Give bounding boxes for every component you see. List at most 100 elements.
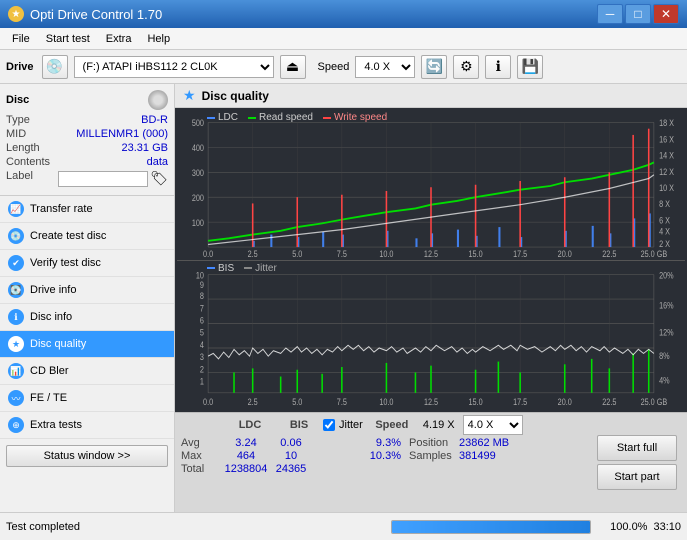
svg-text:8%: 8% — [659, 349, 670, 360]
nav-fe-te[interactable]: 〰 FE / TE — [0, 385, 174, 412]
nav-drive-info[interactable]: 💽 Drive info — [0, 277, 174, 304]
bis-header: BIS — [279, 419, 319, 431]
contents-label: Contents — [6, 156, 50, 168]
svg-text:8: 8 — [200, 290, 204, 301]
svg-text:300: 300 — [192, 168, 205, 178]
svg-text:2.5: 2.5 — [248, 249, 259, 259]
stats-left: LDC BIS Jitter Speed 4.19 X 4.0 X Avg 3.… — [181, 415, 593, 510]
avg-bis: 0.06 — [271, 437, 311, 449]
menu-extra[interactable]: Extra — [98, 31, 140, 47]
jitter-checkbox[interactable] — [323, 419, 335, 431]
close-button[interactable]: ✕ — [653, 4, 679, 24]
svg-text:10.0: 10.0 — [379, 396, 393, 407]
menu-help[interactable]: Help — [139, 31, 178, 47]
start-part-button[interactable]: Start part — [597, 464, 677, 490]
eject-icon[interactable]: ⏏ — [280, 55, 306, 79]
svg-text:20.0: 20.0 — [558, 249, 573, 259]
speed-select[interactable]: 4.0 X — [355, 56, 415, 78]
svg-text:20%: 20% — [659, 269, 674, 280]
speed-value-stat: 4.19 X — [423, 419, 455, 431]
progress-text: 100.0% — [597, 521, 647, 533]
svg-text:1: 1 — [200, 375, 204, 386]
chart2-svg: 10 9 8 7 6 5 4 3 2 1 20% 16% 12% 8% 4% — [177, 261, 685, 411]
svg-text:5.0: 5.0 — [292, 249, 303, 259]
length-value: 23.31 GB — [122, 142, 168, 154]
label-label: Label — [6, 170, 33, 187]
info-icon[interactable]: ℹ — [485, 55, 511, 79]
position-value: 23862 MB — [459, 437, 509, 449]
nav-create-test-disc[interactable]: 💿 Create test disc — [0, 223, 174, 250]
nav-cd-bler[interactable]: 📊 CD Bler — [0, 358, 174, 385]
svg-text:15.0: 15.0 — [469, 396, 483, 407]
title-bar: ★ Opti Drive Control 1.70 ─ □ ✕ — [0, 0, 687, 28]
nav-icon-transfer-rate: 📈 — [8, 201, 24, 217]
speed-header-label: Speed — [367, 419, 417, 431]
jitter-row: LDC BIS Jitter Speed 4.19 X 4.0 X — [181, 415, 593, 435]
svg-text:4: 4 — [200, 338, 204, 349]
max-bis: 10 — [271, 450, 311, 462]
type-value: BD-R — [141, 114, 168, 126]
legend-read: Read speed — [259, 112, 313, 123]
avg-jitter: 9.3% — [351, 437, 401, 449]
drive-select[interactable]: (F:) ATAPI iHBS112 2 CL0K — [74, 56, 274, 78]
menu-start-test[interactable]: Start test — [38, 31, 98, 47]
length-label: Length — [6, 142, 40, 154]
nav-icon-drive: 💽 — [8, 282, 24, 298]
svg-text:2 X: 2 X — [659, 239, 670, 249]
svg-text:100: 100 — [192, 218, 205, 228]
stats-bar: LDC BIS Jitter Speed 4.19 X 4.0 X Avg 3.… — [175, 412, 687, 512]
label-input[interactable] — [58, 171, 148, 187]
svg-text:0.0: 0.0 — [203, 249, 214, 259]
svg-text:7.5: 7.5 — [337, 396, 347, 407]
svg-text:17.5: 17.5 — [513, 396, 527, 407]
nav-icon-create-test: 💿 — [8, 228, 24, 244]
nav-disc-quality[interactable]: ★ Disc quality — [0, 331, 174, 358]
svg-text:16%: 16% — [659, 299, 674, 310]
ldc-header: LDC — [225, 419, 275, 431]
nav-label-cd-bler: CD Bler — [30, 365, 69, 377]
svg-text:10 X: 10 X — [659, 183, 675, 193]
menu-file[interactable]: File — [4, 31, 38, 47]
dq-icon: ★ — [183, 87, 196, 104]
svg-text:16 X: 16 X — [659, 135, 675, 145]
chart1-svg: 500 400 300 200 100 18 X 16 X 14 X 12 X … — [177, 110, 685, 260]
nav-icon-fe-te: 〰 — [8, 390, 24, 406]
svg-text:6 X: 6 X — [659, 216, 670, 226]
minimize-button[interactable]: ─ — [597, 4, 623, 24]
svg-text:4%: 4% — [659, 374, 670, 385]
progress-bar — [392, 521, 590, 533]
svg-text:12.5: 12.5 — [424, 249, 439, 259]
status-window-button[interactable]: Status window >> — [6, 445, 168, 467]
svg-text:5: 5 — [200, 326, 204, 337]
nav-label-drive-info: Drive info — [30, 284, 76, 296]
max-jitter: 10.3% — [351, 450, 401, 462]
nav-disc-info[interactable]: ℹ Disc info — [0, 304, 174, 331]
main-layout: Disc Type BD-R MID MILLENMR1 (000) Lengt… — [0, 84, 687, 512]
speed-select-stat[interactable]: 4.0 X — [463, 415, 523, 435]
total-ldc: 1238804 — [221, 463, 271, 475]
svg-text:15.0: 15.0 — [469, 249, 484, 259]
svg-text:10.0: 10.0 — [379, 249, 394, 259]
toolbar: Drive 💿 (F:) ATAPI iHBS112 2 CL0K ⏏ Spee… — [0, 50, 687, 84]
contents-value: data — [147, 156, 168, 168]
refresh-icon[interactable]: 🔄 — [421, 55, 447, 79]
nav-verify-test-disc[interactable]: ✔ Verify test disc — [0, 250, 174, 277]
position-label: Position — [409, 437, 459, 449]
nav-icon-verify: ✔ — [8, 255, 24, 271]
nav-extra-tests[interactable]: ⊕ Extra tests — [0, 412, 174, 439]
start-full-button[interactable]: Start full — [597, 435, 677, 461]
time-text: 33:10 — [653, 521, 681, 533]
nav-transfer-rate[interactable]: 📈 Transfer rate — [0, 196, 174, 223]
nav-icon-disc-quality: ★ — [8, 336, 24, 352]
config-icon[interactable]: ⚙ — [453, 55, 479, 79]
label-icon[interactable]: 🏷 — [150, 170, 168, 187]
maximize-button[interactable]: □ — [625, 4, 651, 24]
drive-icon-btn[interactable]: 💿 — [42, 55, 68, 79]
disc-icon — [148, 90, 168, 110]
legend-jitter: Jitter — [255, 263, 277, 274]
save-icon[interactable]: 💾 — [517, 55, 543, 79]
dq-header: ★ Disc quality — [175, 84, 687, 108]
nav-label-disc-info: Disc info — [30, 311, 72, 323]
svg-text:22.5: 22.5 — [602, 396, 616, 407]
legend-bis: BIS — [218, 263, 234, 274]
